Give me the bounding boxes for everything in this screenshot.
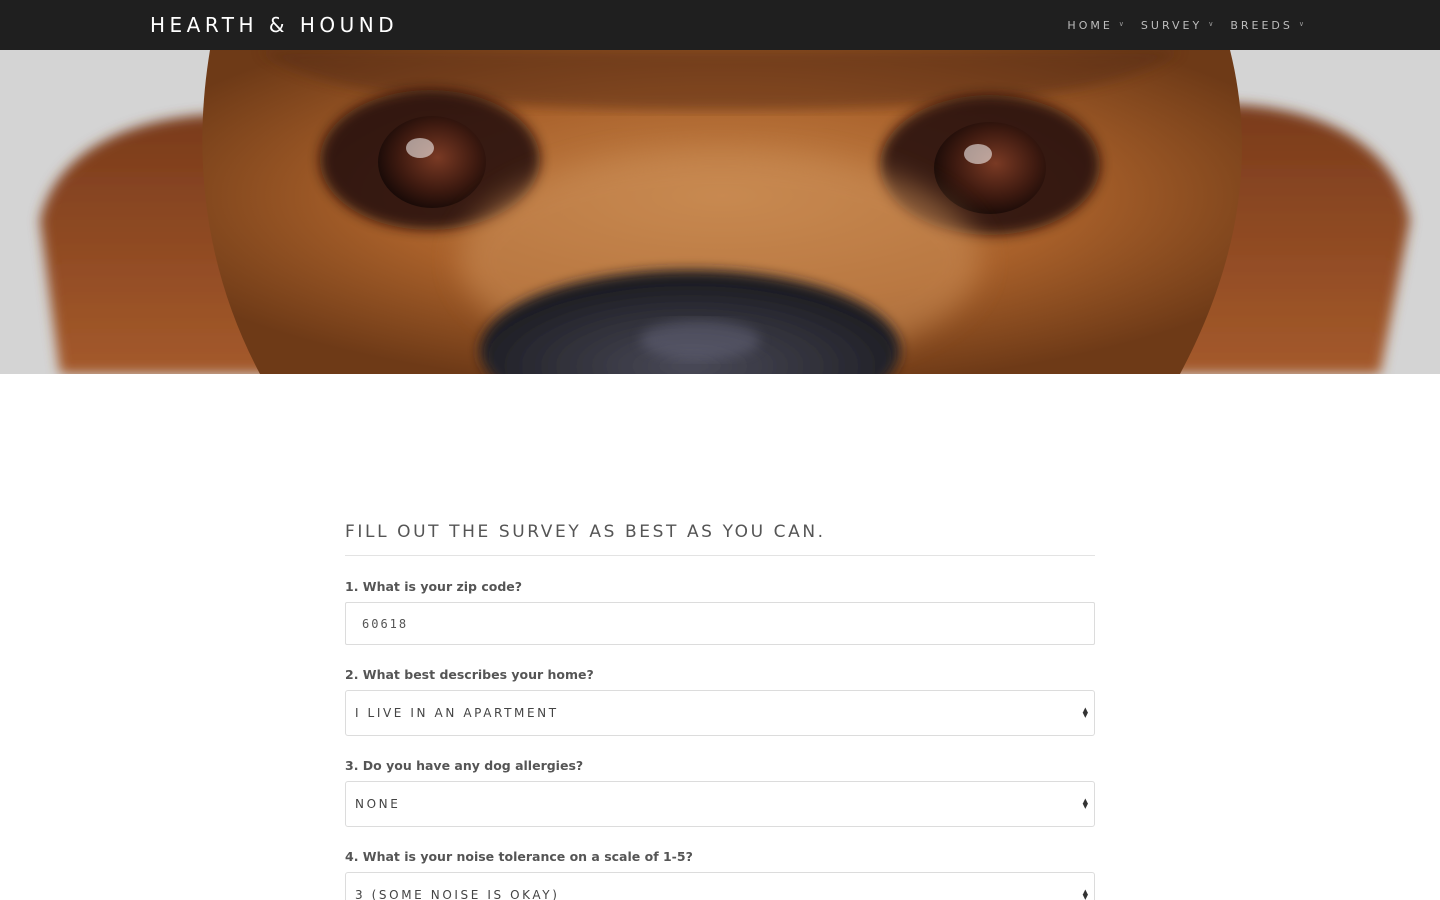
chevron-down-icon: ∨ [1118,20,1124,28]
question-label-zip: 1. What is your zip code? [345,579,523,594]
select-arrows-icon: ▲ ▼ [1082,797,1088,810]
nav-item-label: HOME [1067,18,1113,32]
home-type-select[interactable]: I LIVE IN AN APARTMENT ▲ ▼ [345,690,1095,736]
select-arrows-icon: ▲ ▼ [1082,706,1088,719]
nav-item-breeds[interactable]: BREEDS ∨ [1230,19,1304,32]
site-brand[interactable]: HEARTH & HOUND [150,13,398,37]
survey-heading: FILL OUT THE SURVEY AS BEST AS YOU CAN. [345,522,1095,556]
nav-item-label: BREEDS [1230,18,1293,32]
main-menu: HOME ∨ SURVEY ∨ BREEDS ∨ [1050,19,1304,32]
dog-closeup-photo [0,50,1440,374]
zip-code-input[interactable]: 60618 [345,602,1095,645]
question-label-noise: 4. What is your noise tolerance on a sca… [345,849,693,864]
home-type-value: I LIVE IN AN APARTMENT [355,706,559,720]
select-arrows-icon: ▲ ▼ [1082,888,1088,900]
zip-code-value: 60618 [362,616,409,631]
question-label-home: 2. What best describes your home? [345,667,594,682]
survey-form: FILL OUT THE SURVEY AS BEST AS YOU CAN. … [345,522,1095,900]
noise-tolerance-select[interactable]: 3 (SOME NOISE IS OKAY) ▲ ▼ [345,872,1095,900]
chevron-down-icon: ∨ [1298,20,1304,28]
nav-item-survey[interactable]: SURVEY ∨ [1141,19,1213,32]
nav-item-home[interactable]: HOME ∨ [1067,19,1124,32]
nav-item-label: SURVEY [1140,18,1203,32]
hero-banner [0,50,1440,374]
top-navigation-bar: HEARTH & HOUND HOME ∨ SURVEY ∨ BREEDS ∨ [0,0,1440,50]
chevron-down-icon: ∨ [1208,20,1214,28]
noise-tolerance-value: 3 (SOME NOISE IS OKAY) [355,888,560,900]
allergies-select[interactable]: NONE ▲ ▼ [345,781,1095,827]
allergies-value: NONE [355,797,401,811]
question-label-allergies: 3. Do you have any dog allergies? [345,758,584,773]
